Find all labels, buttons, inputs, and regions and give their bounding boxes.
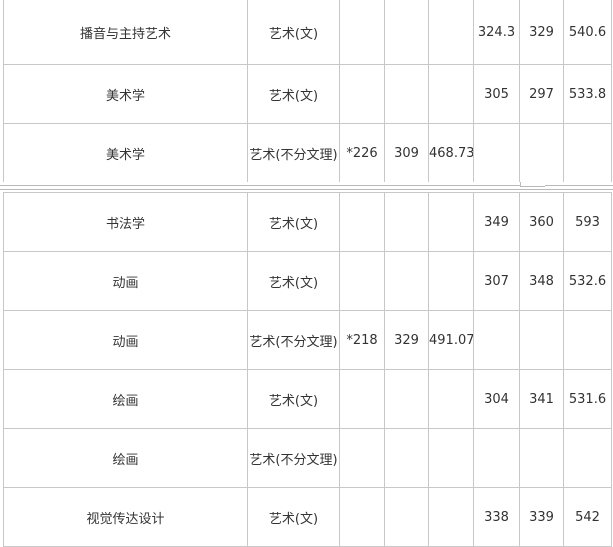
- category-cell: 艺术(不分文理): [247, 123, 340, 183]
- table-row: 动画 艺术(文) 307 348 532.6: [3, 251, 612, 311]
- score-cell: [339, 0, 385, 65]
- score-cell: 305: [473, 64, 520, 124]
- score-cell: [428, 64, 474, 124]
- score-cell: [473, 428, 520, 488]
- table-row: 动画 艺术(不分文理) *218 329 491.07: [3, 310, 612, 370]
- score-cell: [339, 192, 385, 252]
- score-cell: [384, 0, 429, 65]
- table-row: 美术学 艺术(文) 305 297 533.8: [3, 64, 612, 124]
- table-body: 书法学 艺术(文) 349 360 593 动画 艺术(文) 307 348 5…: [3, 192, 612, 547]
- major-cell: 动画: [3, 310, 248, 370]
- score-cell: [428, 0, 474, 65]
- major-cell: 绘画: [3, 428, 248, 488]
- score-cell: 593: [563, 192, 612, 252]
- score-cell: [428, 251, 474, 311]
- category-cell: 艺术(文): [247, 251, 340, 311]
- score-cell: [428, 428, 474, 488]
- score-cell: [339, 251, 385, 311]
- score-table-bottom: 书法学 艺术(文) 349 360 593 动画 艺术(文) 307 348 5…: [3, 192, 612, 547]
- category-cell: 艺术(文): [247, 369, 340, 429]
- score-table-top: 播音与主持艺术 艺术(文) 324.3 329 540.6 美术学 艺术(文) …: [3, 0, 612, 183]
- score-cell: 532.6: [563, 251, 612, 311]
- score-cell: [428, 369, 474, 429]
- score-cell: [473, 123, 520, 183]
- score-cell: 348: [519, 251, 564, 311]
- score-cell: [339, 428, 385, 488]
- score-cell: [339, 369, 385, 429]
- score-cell: 349: [473, 192, 520, 252]
- score-cell: [384, 428, 429, 488]
- score-cell: 329: [519, 0, 564, 65]
- score-cell: *226: [339, 123, 385, 183]
- major-cell: 美术学: [3, 123, 248, 183]
- page-break-divider: [0, 182, 613, 192]
- table-body: 播音与主持艺术 艺术(文) 324.3 329 540.6 美术学 艺术(文) …: [3, 0, 612, 183]
- score-cell: [563, 310, 612, 370]
- table-row: 绘画 艺术(文) 304 341 531.6: [3, 369, 612, 429]
- table-row: 书法学 艺术(文) 349 360 593: [3, 192, 612, 252]
- score-cell: [519, 123, 564, 183]
- score-cell: 341: [519, 369, 564, 429]
- score-cell: [384, 64, 429, 124]
- score-cell: 309: [384, 123, 429, 183]
- score-cell: [519, 310, 564, 370]
- score-cell: 297: [519, 64, 564, 124]
- score-cell: [384, 369, 429, 429]
- major-cell: 美术学: [3, 64, 248, 124]
- score-cell: [428, 192, 474, 252]
- major-cell: 播音与主持艺术: [3, 0, 248, 65]
- score-cell: *218: [339, 310, 385, 370]
- score-cell: [563, 428, 612, 488]
- category-cell: 艺术(不分文理): [247, 310, 340, 370]
- category-cell: 艺术(文): [247, 192, 340, 252]
- score-cell: 304: [473, 369, 520, 429]
- major-cell: 书法学: [3, 192, 248, 252]
- score-cell: 324.3: [473, 0, 520, 65]
- category-cell: 艺术(文): [247, 0, 340, 65]
- divider-tab: [520, 182, 545, 187]
- score-cell: 533.8: [563, 64, 612, 124]
- major-cell: 绘画: [3, 369, 248, 429]
- score-cell: 468.73: [428, 123, 474, 183]
- table-row: 播音与主持艺术 艺术(文) 324.3 329 540.6: [3, 0, 612, 65]
- score-cell: 307: [473, 251, 520, 311]
- category-cell: 艺术(文): [247, 64, 340, 124]
- score-cell: 531.6: [563, 369, 612, 429]
- score-cell: [384, 192, 429, 252]
- score-cell: [473, 310, 520, 370]
- table-row: 绘画 艺术(不分文理): [3, 428, 612, 488]
- score-cell: [563, 123, 612, 183]
- score-cell: 540.6: [563, 0, 612, 65]
- score-cell: 329: [384, 310, 429, 370]
- category-cell: 艺术(不分文理): [247, 428, 340, 488]
- table-row: 美术学 艺术(不分文理) *226 309 468.73: [3, 123, 612, 183]
- score-cell: [339, 64, 385, 124]
- score-cell: [519, 428, 564, 488]
- score-cell: [384, 251, 429, 311]
- score-cell: 360: [519, 192, 564, 252]
- major-cell: 动画: [3, 251, 248, 311]
- score-cell: 491.07: [428, 310, 474, 370]
- divider-line: [0, 189, 613, 190]
